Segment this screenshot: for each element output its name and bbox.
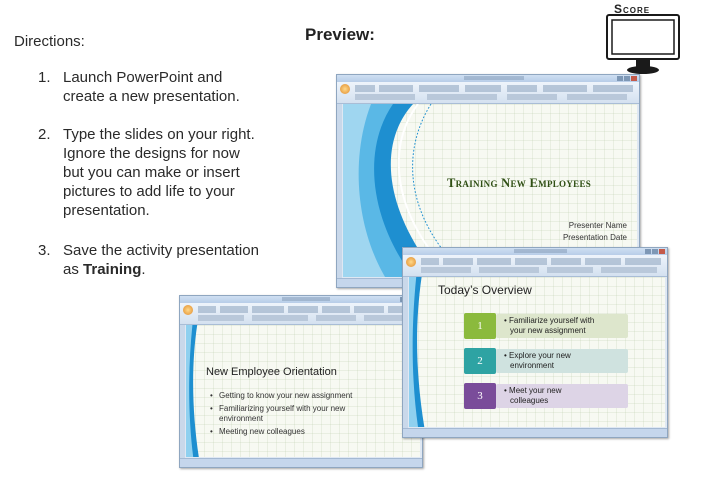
slide-thumbnails-pane — [180, 325, 185, 458]
maximize-icon — [652, 249, 658, 254]
slide-thumbnails-pane — [403, 277, 408, 428]
minimize-icon — [645, 249, 651, 254]
window-titlebar — [337, 75, 639, 82]
office-button-icon — [183, 305, 193, 315]
status-bar — [180, 458, 422, 467]
window-titlebar — [403, 248, 667, 255]
step-text: Type the slides on your right. Ignore th… — [63, 125, 255, 220]
step-line: Type the slides on your right. — [63, 126, 255, 143]
preview-heading: Preview: — [305, 25, 375, 44]
bullet-item: Meeting new colleagues — [210, 427, 410, 437]
step-number: 1. — [38, 69, 51, 86]
presenter-name: Presenter Name — [568, 221, 627, 230]
overview-line: • Explore your new — [504, 351, 571, 360]
ribbon-toolbar — [403, 255, 667, 277]
theme-wave-graphic — [409, 277, 425, 427]
step-line: presentation. — [63, 202, 150, 219]
step-line: Ignore the designs for now — [63, 145, 240, 162]
office-button-icon — [406, 257, 416, 267]
powerpoint-window-overview-slide: Today’s Overview 1 • Familiarize yoursel… — [402, 247, 668, 438]
step-text: Launch PowerPoint and create a new prese… — [63, 68, 240, 106]
overview-line: your new assignment — [510, 326, 586, 335]
overview-text-box: • Familiarize yourself with your new ass… — [496, 314, 628, 338]
overview-number: 1 — [464, 313, 496, 339]
step-text: Save the activity presentation as Traini… — [63, 241, 259, 279]
slide-title: Today’s Overview — [438, 283, 532, 297]
status-bar — [403, 428, 667, 437]
step-number: 3. — [38, 242, 51, 259]
overview-number: 2 — [464, 348, 496, 374]
overview-item: 3 • Meet your new colleagues — [464, 383, 628, 409]
overview-line: environment — [510, 361, 555, 370]
theme-wave-graphic — [186, 325, 199, 457]
slide-thumbnails-pane — [337, 104, 342, 278]
presentation-date: Presentation Date — [562, 233, 627, 242]
step-line: pictures to add life to your — [63, 183, 235, 200]
monitor-icon — [606, 14, 680, 74]
overview-line: • Familiarize yourself with — [504, 316, 595, 325]
bullet-line: Familiarizing yourself with your new — [219, 404, 346, 413]
overview-item: 1 • Familiarize yourself with your new a… — [464, 313, 628, 339]
bullet-line: Getting to know your new assignment — [219, 391, 353, 400]
directions-heading: Directions: — [14, 33, 85, 50]
window-titlebar — [180, 296, 422, 303]
overview-line: • Meet your new — [504, 386, 562, 395]
overview-item: 2 • Explore your new environment — [464, 348, 628, 374]
step-2: 2. Type the slides on your right. Ignore… — [38, 125, 298, 225]
overview-text-box: • Meet your new colleagues — [496, 384, 628, 408]
close-icon — [659, 249, 665, 254]
step-line: but you can make or insert — [63, 164, 240, 181]
step-number: 2. — [38, 126, 51, 143]
bullet-line: environment — [219, 414, 264, 423]
step-1: 1. Launch PowerPoint and create a new pr… — [38, 68, 288, 108]
slide-canvas: Today’s Overview 1 • Familiarize yoursel… — [409, 277, 665, 427]
step-text-suffix: . — [141, 261, 146, 278]
step-line: as Training. — [63, 260, 259, 279]
office-button-icon — [340, 84, 350, 94]
step-line: Save the activity presentation — [63, 242, 259, 259]
overview-text-box: • Explore your new environment — [496, 349, 628, 373]
ribbon-toolbar — [180, 303, 422, 325]
bullet-list: Getting to know your new assignment Fami… — [210, 391, 410, 440]
bullet-line: Meeting new colleagues — [219, 427, 305, 436]
powerpoint-window-orientation-slide: New Employee Orientation Getting to know… — [179, 295, 423, 468]
step-line: Launch PowerPoint and — [63, 69, 223, 86]
filename-training: Training — [83, 261, 142, 278]
close-icon — [631, 76, 637, 81]
step-line: create a new presentation. — [63, 88, 240, 105]
slide-canvas: New Employee Orientation Getting to know… — [186, 325, 420, 457]
ribbon-toolbar — [337, 82, 639, 104]
minimize-icon — [617, 76, 623, 81]
bullet-item: Getting to know your new assignment — [210, 391, 410, 401]
overview-line: colleagues — [510, 396, 549, 405]
bullet-item: Familiarizing yourself with your newenvi… — [210, 404, 410, 424]
slide-title: Training New Employees — [447, 176, 592, 190]
slide-title: New Employee Orientation — [206, 366, 337, 378]
maximize-icon — [624, 76, 630, 81]
overview-number: 3 — [464, 383, 496, 409]
step-text-prefix: as — [63, 261, 84, 278]
step-3: 3. Save the activity presentation as Tra… — [38, 241, 298, 281]
